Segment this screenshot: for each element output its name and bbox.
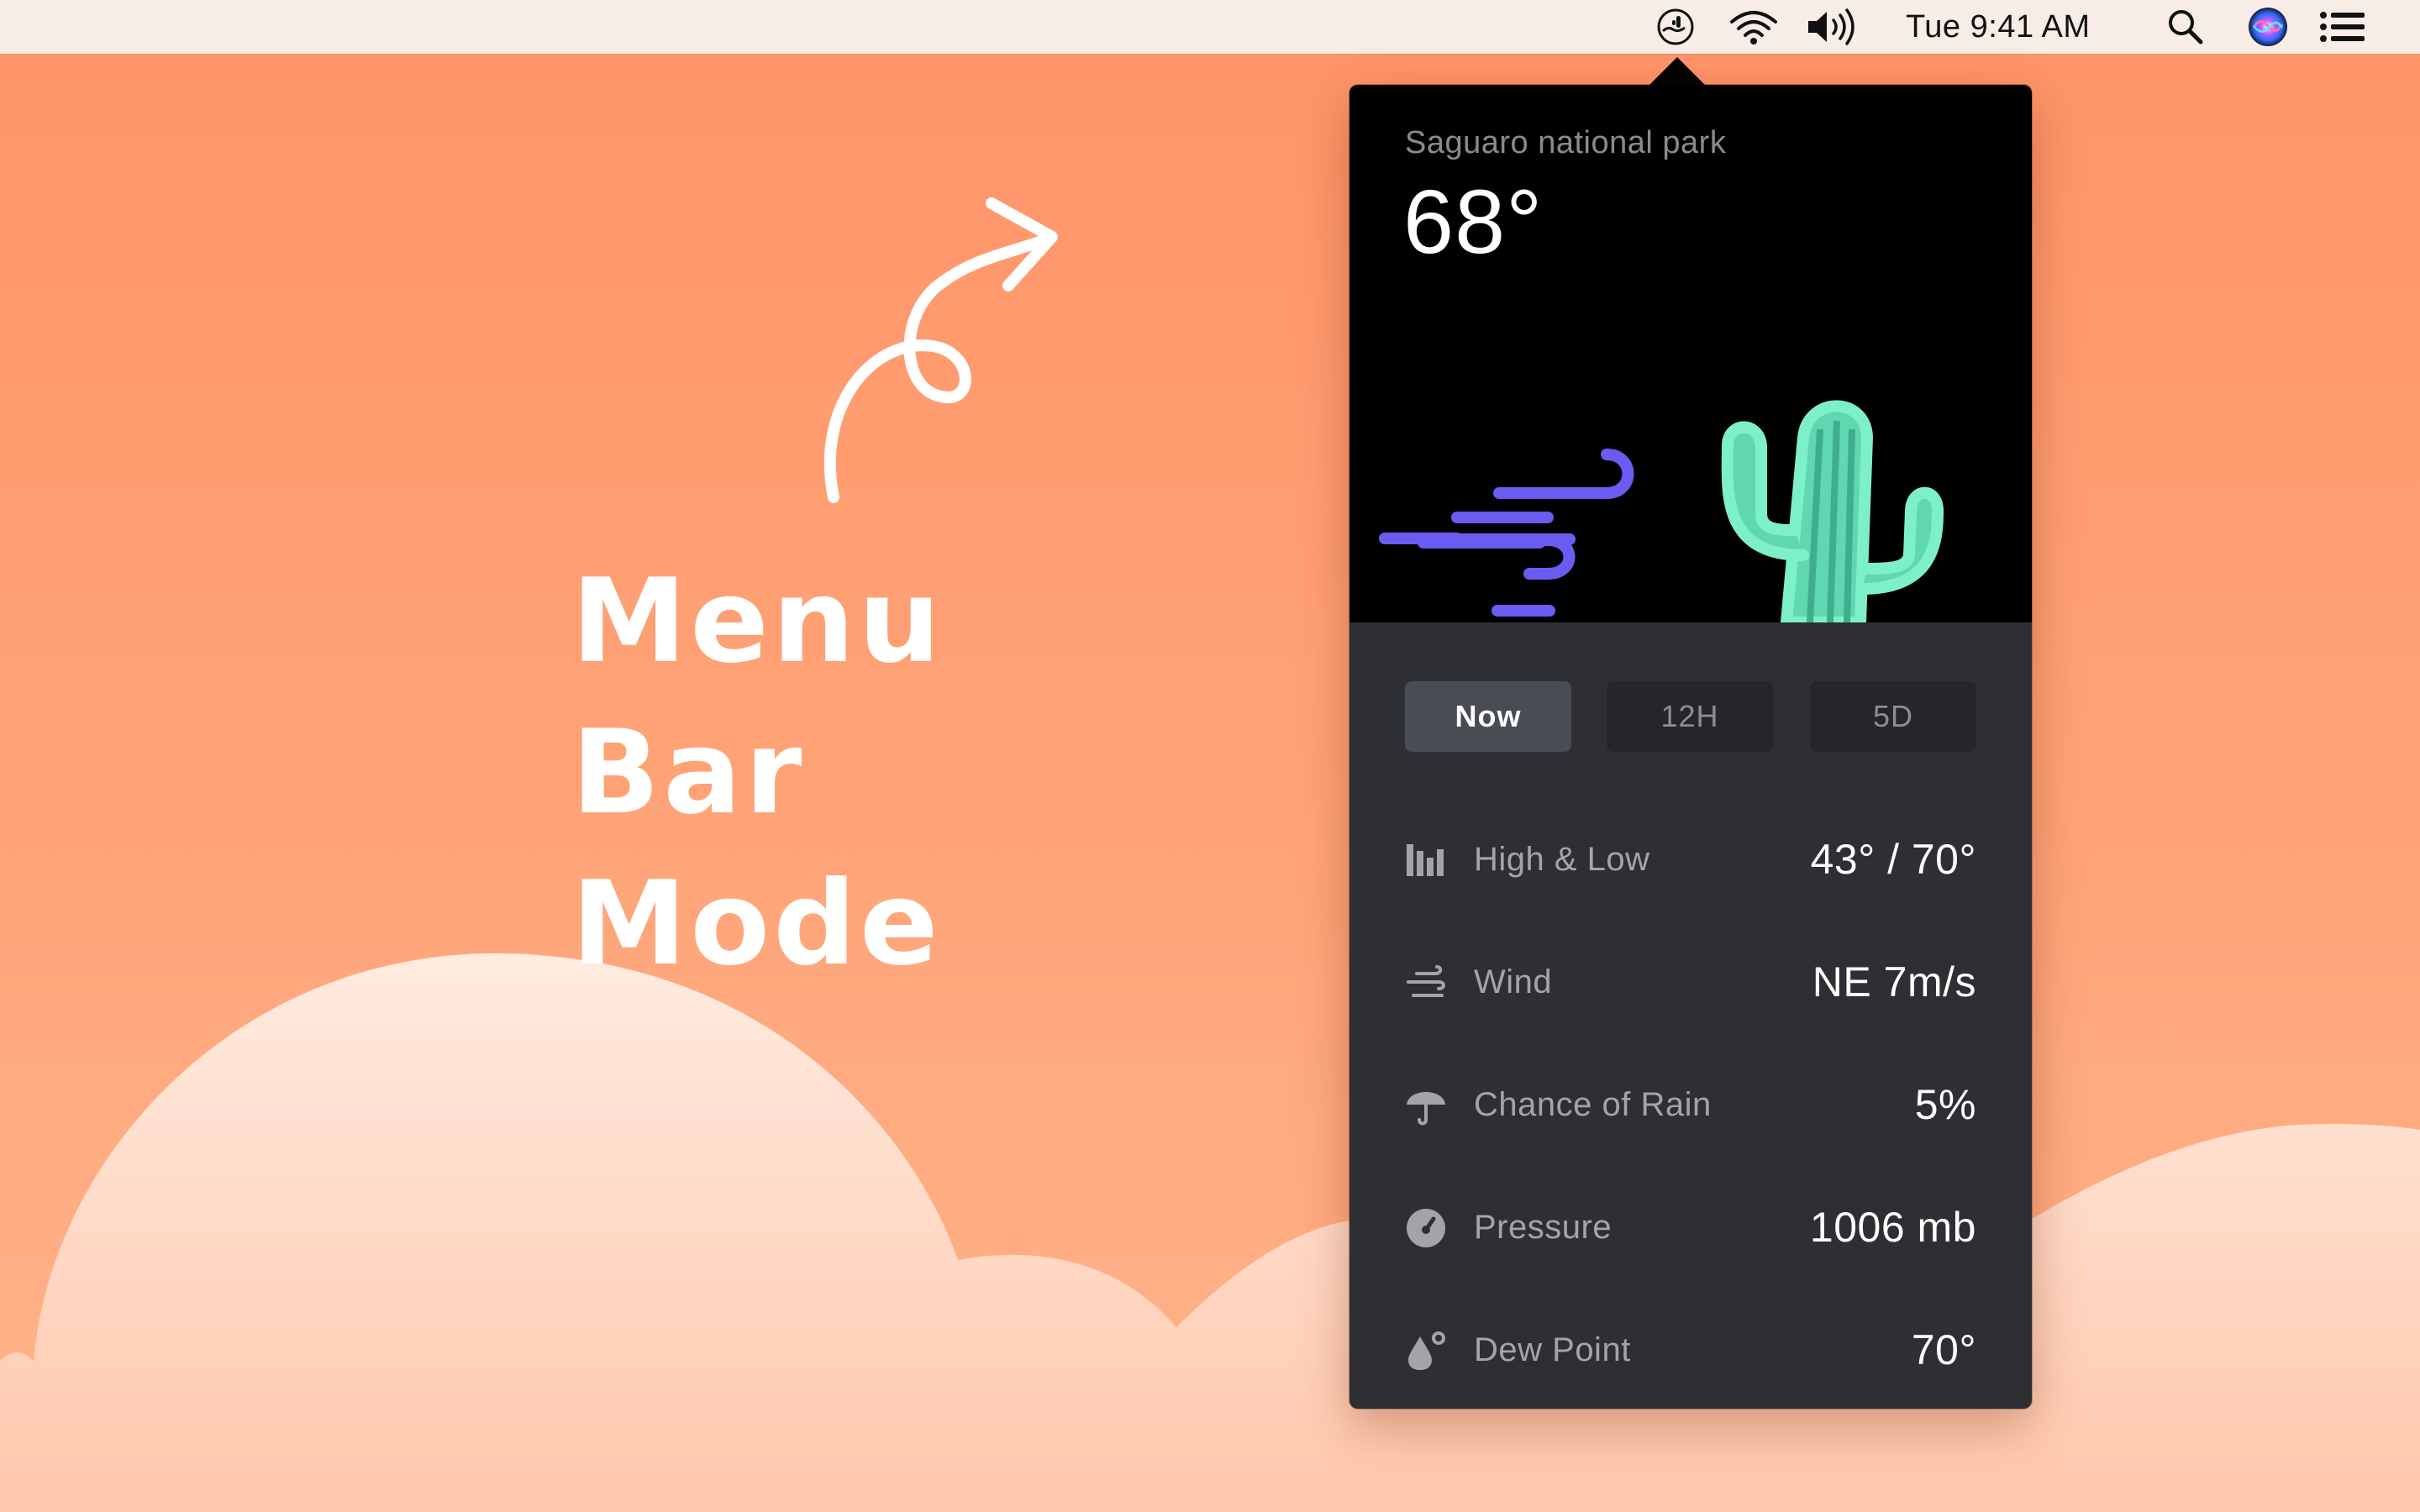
detail-row-dew-point: Dew Point 70°	[1349, 1289, 2032, 1409]
search-icon[interactable]	[2163, 7, 2208, 47]
weather-header: Saguaro national park 68°	[1349, 85, 2032, 622]
hero-title: Menu Bar Mode	[571, 546, 1160, 1000]
forecast-tabs: Now 12H 5D	[1405, 681, 1976, 752]
current-temperature: 68°	[1403, 171, 1544, 272]
detail-row-high-low: High & Low 43° / 70°	[1349, 799, 2032, 921]
curly-arrow-icon	[823, 197, 1058, 503]
detail-value: 5%	[1914, 1081, 1976, 1128]
umbrella-icon	[1407, 1092, 1445, 1126]
hero-title-line-1: Menu Bar	[571, 554, 944, 840]
detail-row-wind: Wind NE 7m/s	[1349, 921, 2032, 1044]
wind-icon	[1407, 965, 1445, 997]
weather-app-icon[interactable]	[1650, 7, 1701, 47]
detail-value: 70°	[1911, 1326, 1976, 1373]
detail-row-rain: Chance of Rain 5%	[1349, 1044, 2032, 1167]
desktop-background	[0, 0, 2420, 1512]
detail-label: High & Low	[1474, 841, 1650, 878]
hero-title-line-2: Mode	[571, 856, 942, 991]
detail-value: 1006 mb	[1809, 1204, 1976, 1251]
wifi-icon[interactable]	[1724, 7, 1783, 47]
tab-now[interactable]: Now	[1405, 681, 1571, 752]
bar-chart-icon	[1407, 844, 1444, 876]
menu-bar: Tue 9:41 AM	[0, 0, 2420, 54]
detail-value: NE 7m/s	[1812, 958, 1976, 1005]
location-name: Saguaro national park	[1405, 125, 1727, 160]
windy-cactus-illustration	[1379, 400, 1944, 622]
detail-label: Chance of Rain	[1474, 1086, 1712, 1123]
popover-caret	[1649, 57, 1706, 86]
menu-bar-clock[interactable]: Tue 9:41 AM	[1906, 7, 2091, 47]
detail-label: Wind	[1474, 963, 1553, 1000]
detail-label: Dew Point	[1474, 1331, 1631, 1368]
detail-row-pressure: Pressure 1006 mb	[1349, 1167, 2032, 1289]
tab-12h[interactable]: 12H	[1607, 681, 1773, 752]
detail-value: 43° / 70°	[1810, 836, 1976, 883]
weather-popover: Saguaro national park 68° Now 12H 5D Hig…	[1349, 85, 2032, 1409]
notification-center-icon[interactable]	[2316, 7, 2370, 47]
cloud-shapes	[0, 953, 2420, 1512]
siri-icon[interactable]	[2244, 7, 2292, 47]
gauge-icon	[1407, 1209, 1445, 1247]
volume-icon[interactable]	[1802, 7, 1864, 47]
droplet-icon	[1408, 1331, 1445, 1370]
tab-5d[interactable]: 5D	[1810, 681, 1976, 752]
detail-label: Pressure	[1474, 1209, 1612, 1246]
